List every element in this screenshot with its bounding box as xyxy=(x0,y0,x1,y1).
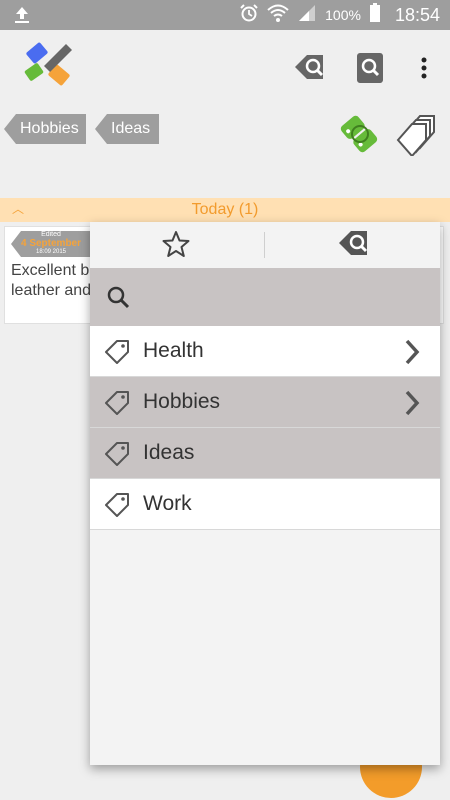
alarm-icon xyxy=(239,3,259,27)
all-tags-icon[interactable] xyxy=(394,112,438,158)
tag-row-hobbies[interactable]: Hobbies xyxy=(90,377,440,428)
favorites-tab[interactable] xyxy=(156,226,196,266)
note-date: 4 September xyxy=(20,238,82,249)
tag-label: Ideas xyxy=(143,441,195,464)
star-icon xyxy=(162,230,190,263)
note-search-button[interactable] xyxy=(352,50,388,86)
tag-search-input[interactable] xyxy=(140,280,430,314)
search-icon xyxy=(106,285,130,314)
clock: 18:54 xyxy=(394,4,440,25)
status-bar: 100% 18:54 xyxy=(0,0,450,30)
tag-icon xyxy=(104,390,130,421)
tag-search-button[interactable] xyxy=(292,50,328,86)
active-tag-filters: Hobbies Ideas xyxy=(0,110,300,150)
tag-row-health[interactable]: Health xyxy=(90,326,440,377)
battery-icon xyxy=(369,3,381,27)
tag-label: Work xyxy=(143,492,192,515)
tag-icon xyxy=(104,492,130,523)
signal-icon xyxy=(297,3,317,27)
app-logo xyxy=(22,38,78,94)
wifi-icon xyxy=(267,3,289,27)
tag-icon xyxy=(104,441,130,472)
tag-chip-ideas[interactable]: Ideas xyxy=(95,114,159,144)
battery-level: 100% xyxy=(325,7,361,23)
tag-row-work[interactable]: Work xyxy=(90,479,440,530)
note-timestamp: 18:09 2015 xyxy=(35,249,67,255)
chevron-right-icon[interactable] xyxy=(404,339,420,370)
tag-label: Health xyxy=(143,339,204,362)
section-label: Today (1) xyxy=(191,201,259,218)
chevron-right-icon[interactable] xyxy=(404,390,420,421)
tag-search-bar xyxy=(90,268,440,326)
combine-tags-icon[interactable] xyxy=(338,112,382,156)
tag-label: Hobbies xyxy=(143,390,221,413)
upload-icon xyxy=(12,5,32,30)
overflow-menu-button[interactable] xyxy=(406,50,442,86)
section-header-today[interactable]: ︿ Today (1) xyxy=(0,198,450,222)
tag-icon xyxy=(104,339,130,370)
tag-row-ideas[interactable]: Ideas xyxy=(90,428,440,479)
popup-tabs xyxy=(90,222,440,268)
note-preview-line-2: leather and xyxy=(11,282,91,299)
note-date-tag: Edited 4 September 18:09 2015 xyxy=(11,231,91,257)
tag-search-icon xyxy=(337,229,371,264)
tag-chip-hobbies[interactable]: Hobbies xyxy=(4,114,86,144)
tag-search-tab[interactable] xyxy=(334,226,374,266)
tag-list: Health Hobbies Ideas Work xyxy=(90,326,440,530)
note-preview-text: Excellent b leather and xyxy=(11,261,91,301)
tag-picker-popup: Health Hobbies Ideas Work xyxy=(90,222,440,765)
tab-divider xyxy=(264,232,265,258)
note-preview-line-1: Excellent b xyxy=(11,262,90,279)
app-bar xyxy=(0,30,450,100)
